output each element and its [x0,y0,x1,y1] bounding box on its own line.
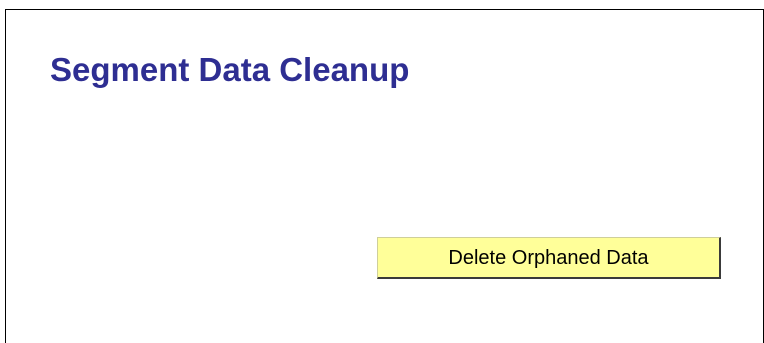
content-frame: Segment Data Cleanup Delete Orphaned Dat… [5,9,764,343]
delete-orphaned-data-button[interactable]: Delete Orphaned Data [377,237,721,279]
page-title: Segment Data Cleanup [50,51,410,88]
